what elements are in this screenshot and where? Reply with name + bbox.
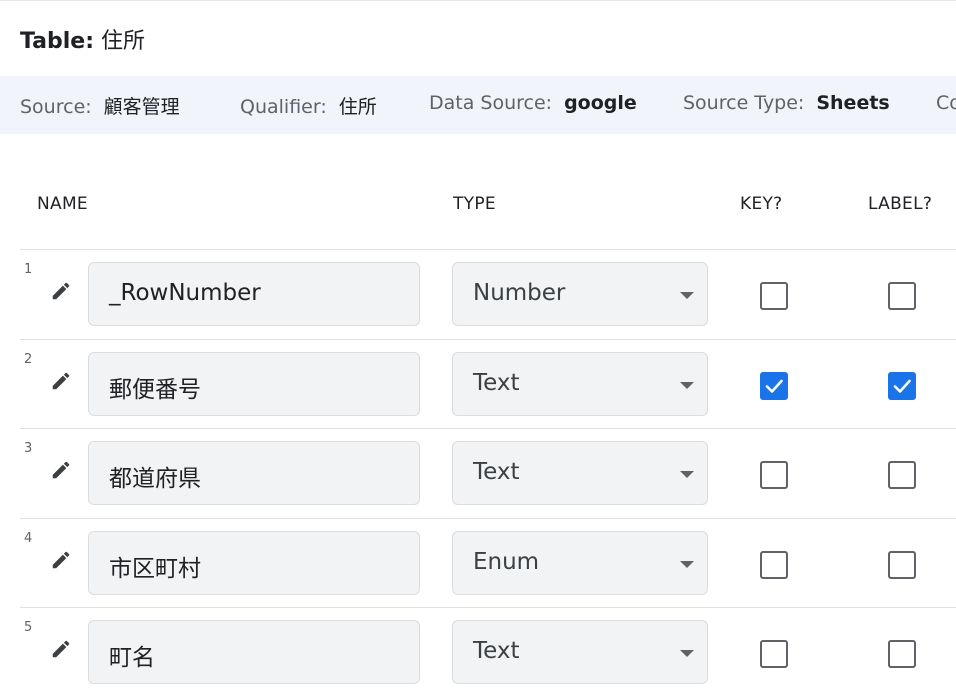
column-header-label: LABEL?: [868, 194, 933, 214]
row-number: 3: [24, 441, 33, 456]
chevron-down-icon: [680, 561, 694, 568]
column-type-value: Text: [473, 459, 520, 485]
title-value: 住所: [101, 29, 146, 54]
table-row: 3 都道府県 Text: [20, 428, 956, 518]
row-number: 1: [24, 262, 33, 277]
qualifier-value: 住所: [338, 96, 377, 118]
key-checkbox[interactable]: [760, 640, 788, 668]
column-name-value: 町名: [109, 645, 155, 671]
column-header-name: NAME: [37, 194, 88, 214]
source-info-bar: Source: 顧客管理 Qualifier: 住所 Data Source: goo…: [0, 76, 956, 134]
source-value: 顧客管理: [103, 96, 180, 118]
pencil-icon[interactable]: [50, 370, 72, 392]
source-info-truncated: Co: [936, 92, 956, 114]
column-type-value: Number: [473, 280, 566, 306]
table-row: 1 _RowNumber Number: [20, 249, 956, 339]
chevron-down-icon: [680, 471, 694, 478]
column-type-select[interactable]: Number: [452, 262, 708, 326]
source-info-source: Source: 顧客管理: [20, 92, 180, 119]
key-checkbox[interactable]: [760, 551, 788, 579]
column-name-value: 郵便番号: [109, 377, 201, 403]
label-checkbox[interactable]: [888, 461, 916, 489]
chevron-down-icon: [680, 292, 694, 299]
column-type-value: Enum: [473, 549, 540, 575]
data-source-key: Data Source:: [429, 92, 553, 114]
source-info-qualifier: Qualifier: 住所: [240, 92, 377, 119]
label-checkbox[interactable]: [888, 640, 916, 668]
chevron-down-icon: [680, 382, 694, 389]
row-number: 5: [24, 620, 33, 635]
page-title: Table: 住所: [20, 23, 145, 55]
source-key: Source:: [20, 96, 92, 118]
column-name-field[interactable]: 郵便番号: [88, 352, 420, 416]
table-row: 5 町名 Text: [20, 607, 956, 697]
column-header-key: KEY?: [740, 194, 783, 214]
pencil-icon[interactable]: [50, 280, 72, 302]
column-type-select[interactable]: Enum: [452, 531, 708, 595]
column-type-select[interactable]: Text: [452, 352, 708, 416]
pencil-icon[interactable]: [50, 549, 72, 571]
column-name-value: 市区町村: [109, 556, 201, 582]
chevron-down-icon: [680, 650, 694, 657]
qualifier-key: Qualifier:: [240, 96, 327, 118]
key-checkbox[interactable]: [760, 372, 788, 400]
column-type-value: Text: [473, 370, 520, 396]
column-name-value: 都道府県: [109, 466, 201, 492]
table-row: 4 市区町村 Enum: [20, 518, 956, 608]
truncated-key: Co: [936, 92, 956, 114]
label-checkbox[interactable]: [888, 282, 916, 310]
key-checkbox[interactable]: [760, 282, 788, 310]
column-name-value: _RowNumber: [109, 280, 261, 306]
row-number: 4: [24, 531, 33, 546]
source-type-key: Source Type:: [683, 92, 805, 114]
column-name-field[interactable]: 都道府県: [88, 441, 420, 505]
label-checkbox[interactable]: [888, 551, 916, 579]
column-type-value: Text: [473, 638, 520, 664]
column-type-select[interactable]: Text: [452, 620, 708, 684]
pencil-icon[interactable]: [50, 459, 72, 481]
row-number: 2: [24, 352, 33, 367]
pencil-icon[interactable]: [50, 638, 72, 660]
column-name-field[interactable]: _RowNumber: [88, 262, 420, 326]
table-header: Table: 住所: [0, 0, 956, 76]
data-source-value: google: [564, 92, 637, 114]
source-info-data-source: Data Source: google: [429, 92, 637, 114]
source-type-value: Sheets: [816, 92, 890, 114]
column-name-field[interactable]: 市区町村: [88, 531, 420, 595]
title-label: Table:: [20, 29, 95, 54]
column-name-field[interactable]: 町名: [88, 620, 420, 684]
key-checkbox[interactable]: [760, 461, 788, 489]
table-row: 2 郵便番号 Text: [20, 339, 956, 429]
column-type-select[interactable]: Text: [452, 441, 708, 505]
label-checkbox[interactable]: [888, 372, 916, 400]
source-info-source-type: Source Type: Sheets: [683, 92, 890, 114]
column-header-type: TYPE: [453, 194, 496, 214]
